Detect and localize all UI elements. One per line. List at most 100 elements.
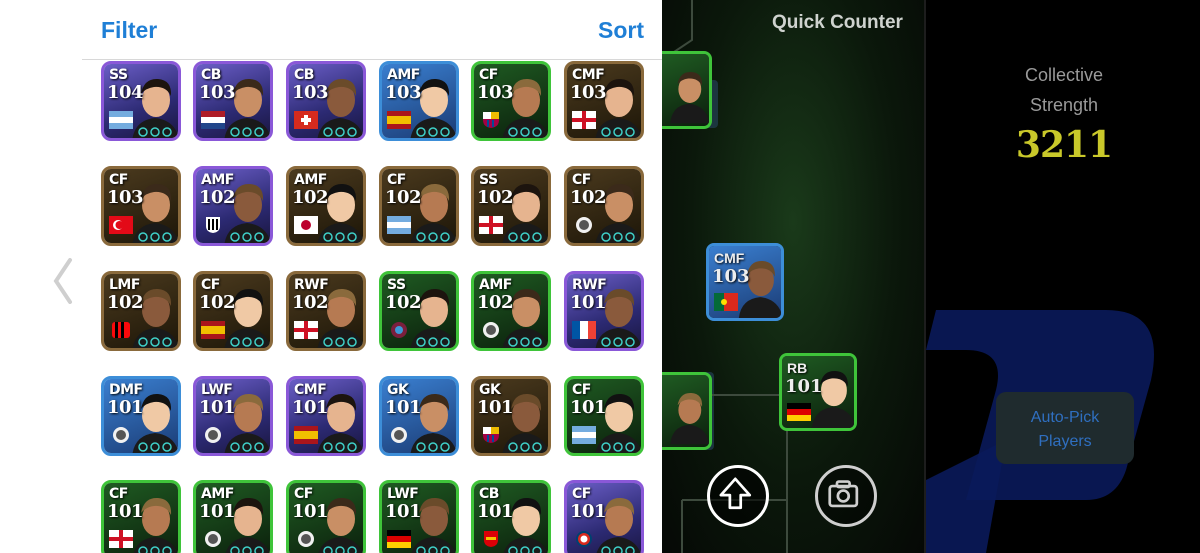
france-flag-icon [572, 321, 596, 339]
player-card[interactable]: SS 104 [101, 61, 181, 141]
psg-crest-flag-icon [572, 530, 596, 548]
pitch-player-card[interactable]: RB 101 [779, 353, 857, 431]
player-rating: 103 [199, 82, 236, 103]
player-card[interactable]: CF 103 [101, 166, 181, 246]
camera-button[interactable] [815, 465, 877, 527]
player-position: LWF [201, 382, 233, 398]
player-card[interactable]: LWF 101 [379, 480, 459, 553]
player-position: CMF [294, 382, 327, 398]
player-portrait [667, 60, 709, 126]
skill-dots-icon [508, 439, 542, 452]
argentina-flag-icon [387, 216, 411, 234]
trabzon-crest-flag-icon [387, 321, 411, 339]
player-rating: 102 [385, 187, 422, 208]
player-rating: 102 [199, 292, 236, 313]
pitch-player-card[interactable]: CMF 103 [706, 243, 784, 321]
player-position: RWF [294, 277, 329, 293]
player-card[interactable]: AMF 102 [286, 166, 366, 246]
player-card[interactable]: AMF 101 [193, 480, 273, 553]
player-card[interactable]: CF 102 [564, 166, 644, 246]
sort-button[interactable]: Sort [598, 17, 644, 44]
player-rating: 104 [107, 82, 144, 103]
player-rating: 102 [477, 187, 514, 208]
upload-button[interactable] [707, 465, 769, 527]
left-margin [0, 0, 82, 553]
player-card[interactable]: AMF 102 [471, 271, 551, 351]
player-position: GK [387, 382, 409, 398]
player-card[interactable]: LWF 101 [193, 376, 273, 456]
player-card[interactable]: GK 101 [471, 376, 551, 456]
club-crest-flag-icon [201, 426, 225, 444]
club-crest-flag-icon [572, 216, 596, 234]
player-card[interactable]: LMF 102 [101, 271, 181, 351]
auto-pick-players-button[interactable]: Auto-Pick Players [996, 392, 1134, 464]
player-position: LMF [109, 277, 140, 293]
club-crest-flag-icon [109, 426, 133, 444]
player-card[interactable]: AMF 103 [379, 61, 459, 141]
player-card[interactable]: CMF 103 [564, 61, 644, 141]
portugal-flag-icon [714, 293, 738, 311]
player-card[interactable]: AMF 102 [193, 166, 273, 246]
skill-dots-icon [323, 334, 357, 347]
pitch-player-card-partial[interactable] [662, 51, 712, 129]
player-card[interactable]: CF 102 [193, 271, 273, 351]
pitch-player-card-partial[interactable] [662, 372, 712, 450]
panel-header: Filter Sort [82, 0, 662, 60]
player-rating: 102 [292, 187, 329, 208]
player-card[interactable]: CB 103 [193, 61, 273, 141]
player-rating: 102 [107, 292, 144, 313]
player-card[interactable]: CF 102 [379, 166, 459, 246]
england-flag-icon [294, 321, 318, 339]
player-rating: 103 [477, 82, 514, 103]
player-card[interactable]: SS 102 [379, 271, 459, 351]
player-rating: 101 [570, 501, 607, 522]
chevron-left-icon[interactable] [52, 258, 74, 304]
skill-dots-icon [601, 334, 635, 347]
player-rating: 101 [199, 501, 236, 522]
skill-dots-icon [323, 543, 357, 553]
england-flag-icon [572, 111, 596, 129]
player-card[interactable]: CF 103 [471, 61, 551, 141]
club-crest-flag-icon [479, 321, 503, 339]
milan-crest-flag-icon [109, 321, 133, 339]
player-card[interactable]: CF 101 [101, 480, 181, 553]
player-card[interactable]: CMF 101 [286, 376, 366, 456]
skill-dots-icon [230, 229, 264, 242]
player-rating: 101 [785, 376, 823, 397]
player-position: DMF [109, 382, 143, 398]
player-card[interactable]: CB 101 [471, 480, 551, 553]
player-card[interactable]: CB 103 [286, 61, 366, 141]
player-position: AMF [294, 172, 327, 188]
player-rating: 101 [570, 292, 607, 313]
santos-crest-flag-icon [201, 216, 225, 234]
player-card[interactable]: CF 101 [564, 480, 644, 553]
player-rating: 102 [385, 292, 422, 313]
skill-dots-icon [416, 229, 450, 242]
germany-flag-icon [387, 530, 411, 548]
collective-strength-value: 3211 [1015, 124, 1113, 166]
player-position: AMF [387, 67, 420, 83]
player-card[interactable]: CF 101 [564, 376, 644, 456]
filter-button[interactable]: Filter [101, 17, 157, 44]
player-position: CF [572, 382, 591, 398]
player-card[interactable]: CF 101 [286, 480, 366, 553]
skill-dots-icon [601, 124, 635, 137]
skill-dots-icon [230, 439, 264, 452]
japan-flag-icon [294, 216, 318, 234]
player-position: AMF [479, 277, 512, 293]
player-card[interactable]: SS 102 [471, 166, 551, 246]
skill-dots-icon [138, 229, 172, 242]
player-card[interactable]: DMF 101 [101, 376, 181, 456]
player-card-grid: SS 104 CB 103 CB 103 AMF 103 CF 103 CMF … [82, 0, 662, 553]
skill-dots-icon [601, 439, 635, 452]
player-rating: 101 [570, 397, 607, 418]
player-rating: 103 [107, 187, 144, 208]
player-position: CMF [572, 67, 605, 83]
skill-dots-icon [601, 229, 635, 242]
player-card[interactable]: RWF 102 [286, 271, 366, 351]
player-card[interactable]: GK 101 [379, 376, 459, 456]
auto-pick-label-line-1: Auto-Pick [1030, 409, 1100, 426]
germany-flag-icon [787, 403, 811, 421]
player-card[interactable]: RWF 101 [564, 271, 644, 351]
player-rating: 103 [292, 82, 329, 103]
